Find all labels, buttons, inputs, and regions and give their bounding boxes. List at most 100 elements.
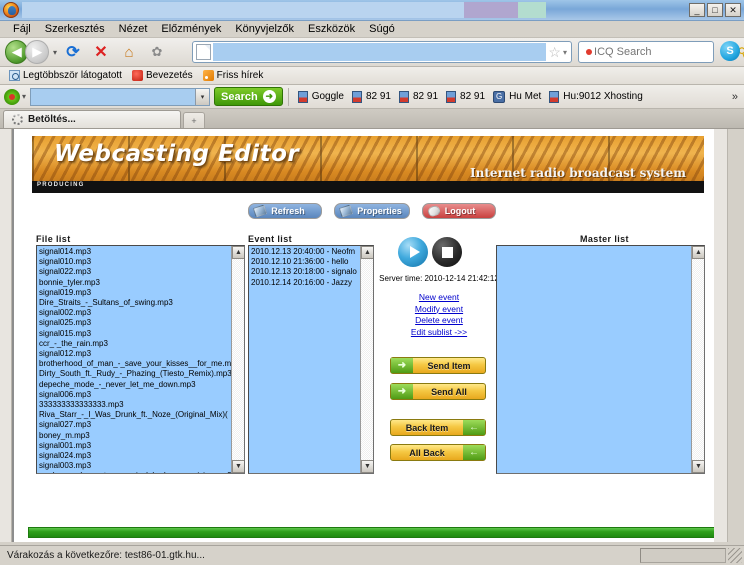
star-icon[interactable]: ☆ <box>548 44 561 61</box>
icq-search-input[interactable] <box>31 88 196 105</box>
menu-item-help[interactable]: Súgó <box>362 22 402 36</box>
bookmark-icon <box>297 90 308 103</box>
all-back-button[interactable]: All Back ← <box>390 444 486 461</box>
event-list-box[interactable]: 2010.12.13 20:40:00 - Neofm 2010.12.10 2… <box>248 245 374 474</box>
list-item[interactable]: signal001.mp3 <box>39 441 230 451</box>
search-bar[interactable]: ▾ ⚲ <box>578 41 744 63</box>
list-item[interactable]: signal025.mp3 <box>39 318 230 328</box>
event-list-scrollbar[interactable]: ▲ ▼ <box>360 246 373 473</box>
list-item[interactable]: depeche_mode_-_never_let_me_down.mp3 <box>39 380 230 390</box>
toolbar-link-8291-b[interactable]: 82 91 <box>395 90 442 103</box>
window-titlebar: _ □ ✕ <box>0 0 744 21</box>
list-item[interactable]: signal002.mp3 <box>39 308 230 318</box>
modify-event-link[interactable]: Modify event <box>374 304 504 316</box>
list-item[interactable]: signal014.mp3 <box>39 247 230 257</box>
list-item[interactable]: signal003.mp3 <box>39 461 230 471</box>
list-item[interactable]: signal024.mp3 <box>39 451 230 461</box>
list-item[interactable]: 2010.12.13 20:40:00 - Neofm <box>251 247 359 257</box>
clip-icon[interactable]: ✿ <box>145 40 169 64</box>
minimize-button[interactable]: _ <box>689 3 705 17</box>
list-item[interactable]: signal012.mp3 <box>39 349 230 359</box>
reload-icon[interactable]: ⟳ <box>61 40 85 64</box>
tab-loading[interactable]: Betöltés... <box>3 110 181 128</box>
menu-item-file[interactable]: Fájl <box>6 22 38 36</box>
home-icon[interactable]: ⌂ <box>117 40 141 64</box>
icq-search-combo[interactable]: ▾ <box>30 87 211 106</box>
send-all-button[interactable]: ➜ Send All <box>390 383 486 400</box>
close-button[interactable]: ✕ <box>725 3 741 17</box>
delete-event-link[interactable]: Delete event <box>374 315 504 327</box>
file-list-box[interactable]: signal014.mp3 signal010.mp3 signal022.mp… <box>36 245 245 474</box>
list-item[interactable]: credence_clearwater_-_revival_bad_moon_r… <box>39 471 232 473</box>
list-item[interactable]: ccr_-_the_rain.mp3 <box>39 339 230 349</box>
list-item[interactable]: 2010.12.13 20:18:00 - signalo <box>251 267 359 277</box>
list-item[interactable]: Dire_Straits_-_Sultans_of_swing.mp3 <box>39 298 230 308</box>
list-item[interactable]: 2010.12.10 21:36:00 - hello <box>251 257 359 267</box>
combo-chevron-down-icon[interactable]: ▾ <box>195 88 210 105</box>
stop-button[interactable] <box>432 237 462 267</box>
list-item[interactable]: signal006.mp3 <box>39 390 230 400</box>
bookmark-icon <box>399 90 409 103</box>
master-list-box[interactable]: ▲ ▼ <box>496 245 705 474</box>
scroll-up-icon[interactable]: ▲ <box>232 246 244 259</box>
new-event-link[interactable]: New event <box>374 292 504 304</box>
list-item[interactable]: signal010.mp3 <box>39 257 230 267</box>
search-input[interactable] <box>590 45 739 59</box>
bookmark-getting-started[interactable]: Bevezetés <box>129 70 196 81</box>
toolbar-link-8291-c[interactable]: 82 91 <box>442 90 489 103</box>
menu-item-tools[interactable]: Eszközök <box>301 22 362 36</box>
list-item[interactable]: Riva_Starr_-_I_Was_Drunk_ft._Noze_(Origi… <box>39 410 230 420</box>
list-item[interactable]: boney_m.mp3 <box>39 431 230 441</box>
forward-button[interactable]: ▶ <box>25 40 49 64</box>
list-item[interactable]: bonnie_tyler.mp3 <box>39 278 230 288</box>
menu-item-edit[interactable]: Szerkesztés <box>38 22 112 36</box>
file-list-scrollbar[interactable]: ▲ ▼ <box>231 246 244 473</box>
scroll-down-icon[interactable]: ▼ <box>692 460 704 473</box>
scroll-up-icon[interactable]: ▲ <box>361 246 373 259</box>
scroll-down-icon[interactable]: ▼ <box>232 460 244 473</box>
page-right-gutter[interactable] <box>714 129 727 542</box>
bookmark-most-visited[interactable]: Legtöbbször látogatott <box>6 70 125 81</box>
chevron-down-icon[interactable]: ▾ <box>53 48 57 57</box>
list-item[interactable]: signal015.mp3 <box>39 329 230 339</box>
url-input[interactable] <box>213 43 547 61</box>
toolbar-link-humet[interactable]: G Hu Met <box>489 90 545 103</box>
list-item[interactable]: brotherhood_of_man_-_save_your_kisses__f… <box>39 359 240 369</box>
icq-toolbar-icon[interactable] <box>4 88 20 105</box>
list-item[interactable]: signal019.mp3 <box>39 288 230 298</box>
menu-item-view[interactable]: Nézet <box>112 22 155 36</box>
new-tab-button[interactable]: + <box>183 112 205 128</box>
icq-search-button[interactable]: Search ➜ <box>214 87 283 106</box>
overflow-icon[interactable]: » <box>732 91 738 103</box>
bookmark-latest-headlines[interactable]: Friss hírek <box>200 70 267 81</box>
stop-icon[interactable]: ✕ <box>89 40 113 64</box>
toolbar-link-xhosting[interactable]: Hu:9012 Xhosting <box>545 90 647 103</box>
list-item[interactable]: 333333333333333.mp3 <box>39 400 230 410</box>
browser-window: _ □ ✕ Fájl Szerkesztés Nézet Előzmények … <box>0 0 744 565</box>
refresh-button[interactable]: Refresh <box>248 203 323 219</box>
toolbar-link-goggle[interactable]: Goggle <box>294 90 348 103</box>
logout-button[interactable]: Logout <box>421 203 496 219</box>
toolbar-link-8291-a[interactable]: 82 91 <box>348 90 395 103</box>
scroll-up-icon[interactable]: ▲ <box>692 246 704 259</box>
resize-grip-icon[interactable] <box>728 548 742 563</box>
maximize-button[interactable]: □ <box>707 3 723 17</box>
menu-item-bookmarks[interactable]: Könyvjelzők <box>228 22 301 36</box>
list-item[interactable]: signal027.mp3 <box>39 420 230 430</box>
play-button[interactable] <box>398 237 428 267</box>
title-strip-3 <box>464 2 518 18</box>
master-list-scrollbar[interactable]: ▲ ▼ <box>691 246 704 473</box>
icq-chevron-down-icon[interactable]: ▾ <box>22 92 26 101</box>
back-item-button[interactable]: Back Item ← <box>390 419 486 436</box>
list-item[interactable]: signal022.mp3 <box>39 267 230 277</box>
skype-icon[interactable]: S <box>720 41 740 61</box>
list-item[interactable]: 2010.12.14 20:16:00 - Jazzy <box>251 278 359 288</box>
list-item[interactable]: Dirty_South_ft._Rudy_-_Phazing_(Tiesto_R… <box>39 369 232 379</box>
scroll-down-icon[interactable]: ▼ <box>361 460 373 473</box>
address-chevron-down-icon[interactable]: ▾ <box>563 48 567 57</box>
edit-sublist-link[interactable]: Edit sublist ->> <box>374 327 504 339</box>
send-item-button[interactable]: ➜ Send Item <box>390 357 486 374</box>
properties-button[interactable]: Properties <box>334 203 410 219</box>
menu-item-history[interactable]: Előzmények <box>154 22 228 36</box>
address-bar[interactable]: ☆ ▾ <box>192 41 572 63</box>
